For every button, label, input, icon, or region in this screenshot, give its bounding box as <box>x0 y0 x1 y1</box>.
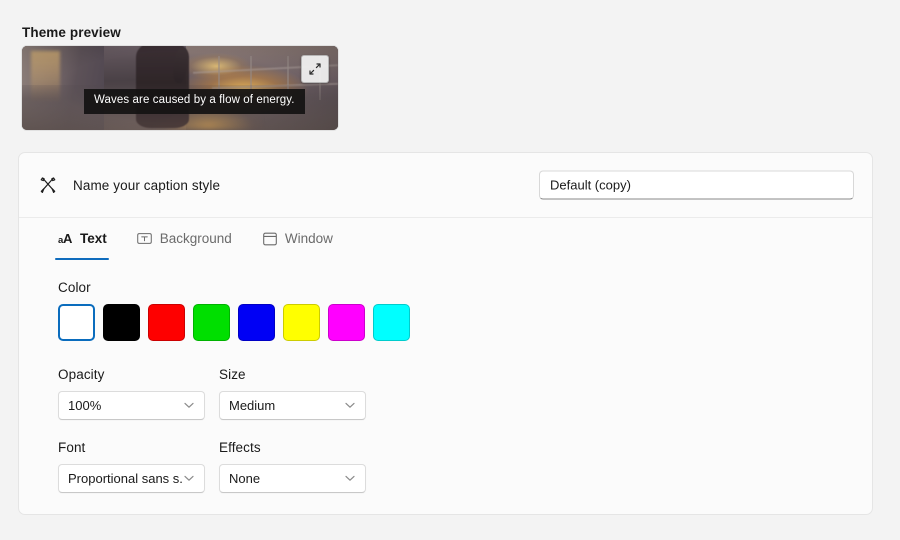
tab-text-label: Text <box>80 231 107 246</box>
opacity-size-row: Opacity 100% Size Medium <box>58 367 872 420</box>
expand-diagonal-arrows-icon[interactable] <box>301 55 329 83</box>
tab-background[interactable]: Background <box>135 224 234 262</box>
chevron-down-icon <box>183 400 195 412</box>
aA-text-icon: aA <box>57 230 73 246</box>
font-value: Proportional sans s... <box>68 471 183 486</box>
theme-preview-label: Theme preview <box>22 25 121 40</box>
font-effects-row: Font Proportional sans s... Effects None <box>58 440 872 493</box>
color-swatch-cyan[interactable] <box>373 304 410 341</box>
settings-tabs: aA Text Background Window <box>19 218 872 262</box>
photo-vignette <box>22 46 338 130</box>
card-header-title: Name your caption style <box>73 177 221 193</box>
tab-window[interactable]: Window <box>260 224 335 262</box>
opacity-value: 100% <box>68 398 102 413</box>
size-dropdown[interactable]: Medium <box>219 391 366 420</box>
chevron-down-icon <box>183 473 195 485</box>
effects-field: Effects None <box>219 440 366 493</box>
text-settings-panel: Color Opacity 100% Size Medium Font Prop… <box>19 262 872 493</box>
opacity-label: Opacity <box>58 367 105 382</box>
tab-window-label: Window <box>284 231 333 246</box>
tab-text[interactable]: aA Text <box>55 224 109 262</box>
color-swatch-black[interactable] <box>103 304 140 341</box>
color-swatch-green[interactable] <box>193 304 230 341</box>
color-section-label: Color <box>58 280 91 295</box>
text-in-box-icon <box>137 231 153 247</box>
color-swatch-magenta[interactable] <box>328 304 365 341</box>
opacity-dropdown[interactable]: 100% <box>58 391 205 420</box>
crossed-pen-brush-icon <box>36 173 60 197</box>
size-label: Size <box>219 367 246 382</box>
font-field: Font Proportional sans s... <box>58 440 205 493</box>
caption-style-name-input[interactable] <box>539 170 854 200</box>
effects-value: None <box>229 471 261 486</box>
effects-label: Effects <box>219 440 261 455</box>
card-header: Name your caption style <box>19 153 872 218</box>
color-swatch-red[interactable] <box>148 304 185 341</box>
opacity-field: Opacity 100% <box>58 367 205 420</box>
window-frame-icon <box>262 231 278 247</box>
chevron-down-icon <box>344 400 356 412</box>
font-label: Font <box>58 440 86 455</box>
font-dropdown[interactable]: Proportional sans s... <box>58 464 205 493</box>
chevron-down-icon <box>344 473 356 485</box>
color-swatch-list <box>58 304 872 341</box>
caption-style-card: Name your caption style aA Text Backgrou… <box>18 152 873 515</box>
size-value: Medium <box>229 398 276 413</box>
preview-photo <box>22 46 338 130</box>
tab-background-label: Background <box>159 231 232 246</box>
color-swatch-yellow[interactable] <box>283 304 320 341</box>
theme-preview-video[interactable]: Waves are caused by a flow of energy. <box>22 46 338 130</box>
preview-caption-text: Waves are caused by a flow of energy. <box>84 89 305 114</box>
effects-dropdown[interactable]: None <box>219 464 366 493</box>
tab-active-underline <box>55 257 109 260</box>
color-swatch-blue[interactable] <box>238 304 275 341</box>
color-swatch-white[interactable] <box>58 304 95 341</box>
size-field: Size Medium <box>219 367 366 420</box>
